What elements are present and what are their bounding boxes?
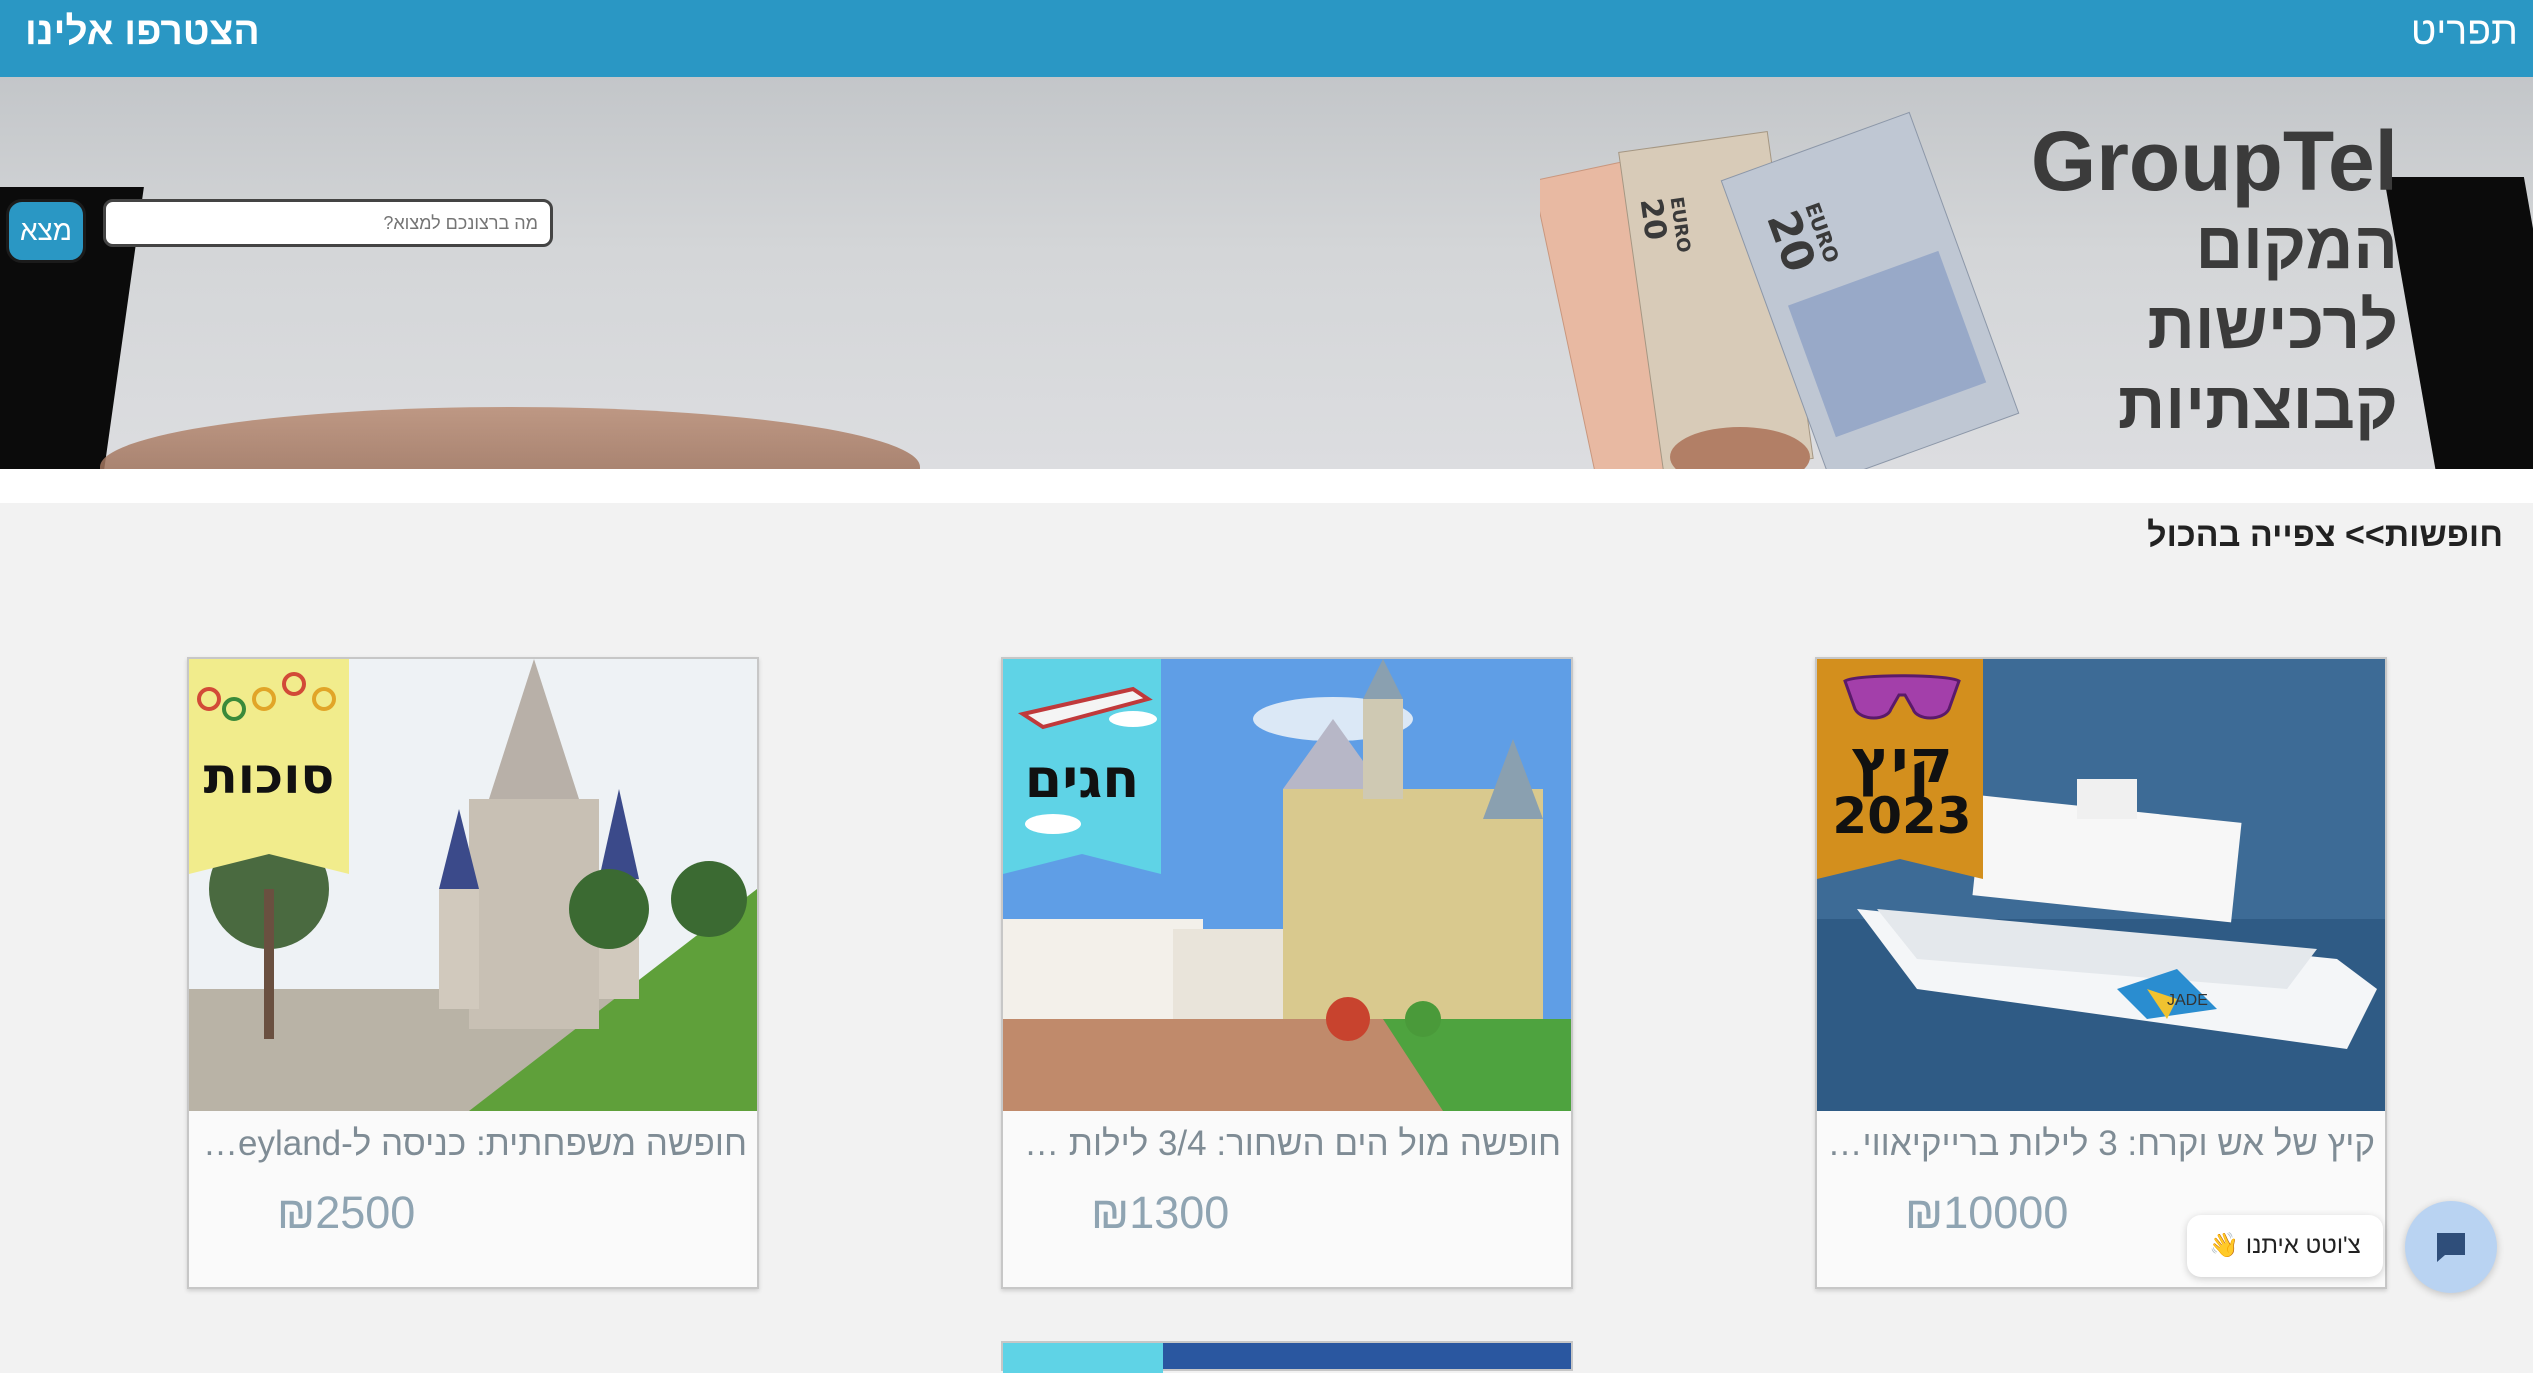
breadcrumb-vacations[interactable]: חופשות>>: [2345, 516, 2503, 554]
deal-price: ₪2500: [277, 1187, 416, 1238]
deal-title[interactable]: חופשה מול הים השחור: 3/4 לילות במ...: [1013, 1111, 1561, 1177]
deal-card[interactable]: חגים חופשה מול הים השחור: 3/4 לילות במ..…: [1001, 657, 1573, 1289]
deal-title[interactable]: חופשה משפחתית: כניסה ל-neyland...: [199, 1111, 747, 1177]
ribbon-label-line2: 2023: [1832, 787, 1972, 845]
hand-decoration: [100, 407, 920, 469]
hero-divider: [0, 469, 2533, 503]
deal-image[interactable]: סוכות: [189, 659, 757, 1111]
top-navbar: תפריט הצטרפו אלינו: [0, 0, 2533, 77]
laptop-right-decoration: [2383, 177, 2533, 469]
category-ribbon: [1003, 1343, 1163, 1373]
tagline-line: לרכישות: [2147, 288, 2398, 362]
hero-brand: GroupTel המקום לרכישות קבוצתיות: [2031, 117, 2398, 445]
tagline-line: קבוצתיות: [2117, 368, 2398, 442]
banknotes-image: 20 EURO 20 EURO: [1540, 111, 2020, 469]
hero-banner: 20 EURO 20 EURO GroupTel המקום לרכישות ק…: [0, 77, 2533, 469]
deal-card[interactable]: JADE קיץ 2023 קיץ של אש וקרח: 3 לילות בר…: [1815, 657, 2387, 1289]
deal-image[interactable]: חגים: [1003, 659, 1571, 1111]
brand-name: GroupTel: [2030, 114, 2398, 208]
search-input[interactable]: [103, 199, 553, 247]
deal-card[interactable]: סוכות חופשה משפחתית: כניסה ל-neyland... …: [187, 657, 759, 1289]
deal-card-partial[interactable]: [1001, 1341, 1573, 1373]
join-us-link[interactable]: הצטרפו אלינו: [25, 10, 260, 54]
svg-text:JADE: JADE: [2167, 992, 2208, 1009]
category-ribbon: סוכות: [189, 659, 359, 889]
chat-icon: [2437, 1233, 2465, 1262]
chat-prompt[interactable]: צ'וטט איתנו 👋: [2187, 1215, 2383, 1277]
category-ribbon: קיץ 2023: [1817, 659, 1987, 889]
breadcrumb: חופשות>> צפייה בהכול: [2147, 516, 2503, 555]
view-all-link[interactable]: צפייה בהכול: [2147, 516, 2335, 554]
category-ribbon: חגים: [1003, 659, 1173, 889]
deal-title[interactable]: קיץ של אש וקרח: 3 לילות ברייקיאוויק ...: [1827, 1111, 2375, 1177]
chat-button[interactable]: [2405, 1201, 2497, 1293]
deal-image[interactable]: JADE קיץ 2023: [1817, 659, 2385, 1111]
search-button[interactable]: מצא: [6, 199, 86, 263]
tagline-line: המקום: [2195, 208, 2398, 282]
ribbon-label: חגים: [1024, 747, 1140, 810]
deal-price: ₪1300: [1091, 1187, 1230, 1238]
menu-button[interactable]: תפריט: [2411, 10, 2518, 54]
ribbon-label: סוכות: [203, 747, 335, 805]
deal-price: ₪10000: [1905, 1187, 2069, 1238]
